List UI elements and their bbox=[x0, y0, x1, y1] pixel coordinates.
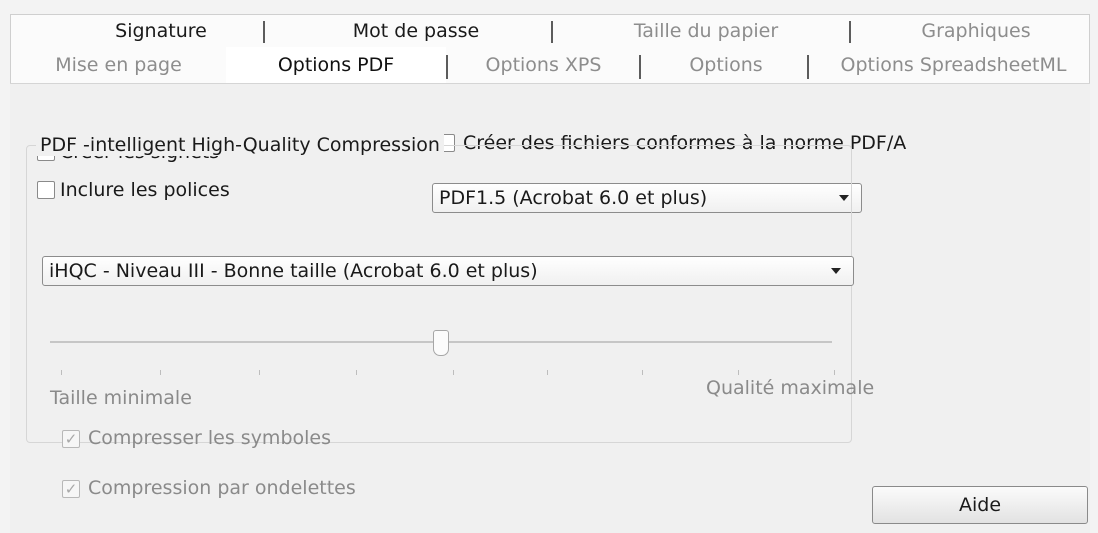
chevron-down-icon bbox=[831, 268, 841, 274]
tab-options[interactable]: Options bbox=[646, 47, 806, 83]
slider-min-label: Taille minimale bbox=[50, 387, 192, 409]
slider-tick bbox=[738, 370, 739, 375]
slider-tick bbox=[356, 370, 357, 375]
tab-spreadsheetml-options[interactable]: Options SpreadsheetML bbox=[816, 47, 1091, 83]
compress-symbols-label: Compresser les symboles bbox=[88, 427, 331, 449]
tab-separator bbox=[551, 21, 553, 43]
tab-separator bbox=[446, 55, 448, 79]
tab-separator bbox=[849, 21, 851, 43]
compression-level-select[interactable]: iHQC - Niveau III - Bonne taille (Acroba… bbox=[42, 256, 854, 286]
tab-separator bbox=[263, 21, 265, 43]
wavelet-compression-checkbox[interactable]: ✓ bbox=[62, 480, 80, 498]
help-button[interactable]: Aide bbox=[872, 486, 1088, 524]
check-icon: ✓ bbox=[64, 479, 78, 498]
compress-symbols-checkbox[interactable]: ✓ bbox=[62, 430, 80, 448]
tab-separator bbox=[639, 55, 641, 79]
tab-xps-options[interactable]: Options XPS bbox=[456, 47, 631, 83]
tab-graphics[interactable]: Graphiques bbox=[861, 15, 1091, 47]
tab-paper-size[interactable]: Taille du papier bbox=[571, 15, 841, 47]
wavelet-compression-label: Compression par ondelettes bbox=[88, 477, 356, 499]
tab-row-2: Mise en page Options PDF Options XPS Opt… bbox=[10, 47, 1090, 83]
slider-max-label: Qualité maximale bbox=[706, 377, 875, 399]
tab-signature[interactable]: Signature bbox=[51, 15, 271, 47]
slider-tick bbox=[834, 370, 835, 375]
compression-level-value: iHQC - Niveau III - Bonne taille (Acroba… bbox=[49, 260, 538, 282]
tab-pdf-options[interactable]: Options PDF bbox=[226, 47, 446, 83]
slider-tick bbox=[61, 370, 62, 375]
tab-row-1: Signature Mot de passe Taille du papier … bbox=[10, 14, 1090, 47]
slider-tick bbox=[453, 370, 454, 375]
help-button-label: Aide bbox=[958, 494, 1002, 516]
slider-tick bbox=[160, 370, 161, 375]
slider-tick bbox=[547, 370, 548, 375]
tab-layout[interactable]: Mise en page bbox=[11, 47, 226, 83]
check-icon: ✓ bbox=[64, 429, 78, 448]
tab-password[interactable]: Mot de passe bbox=[291, 15, 541, 47]
quality-slider-thumb[interactable] bbox=[433, 330, 449, 356]
slider-tick bbox=[642, 370, 643, 375]
tab-separator bbox=[807, 55, 809, 79]
compression-group-label: PDF -intelligent High-Quality Compressio… bbox=[36, 134, 444, 156]
slider-tick bbox=[259, 370, 260, 375]
